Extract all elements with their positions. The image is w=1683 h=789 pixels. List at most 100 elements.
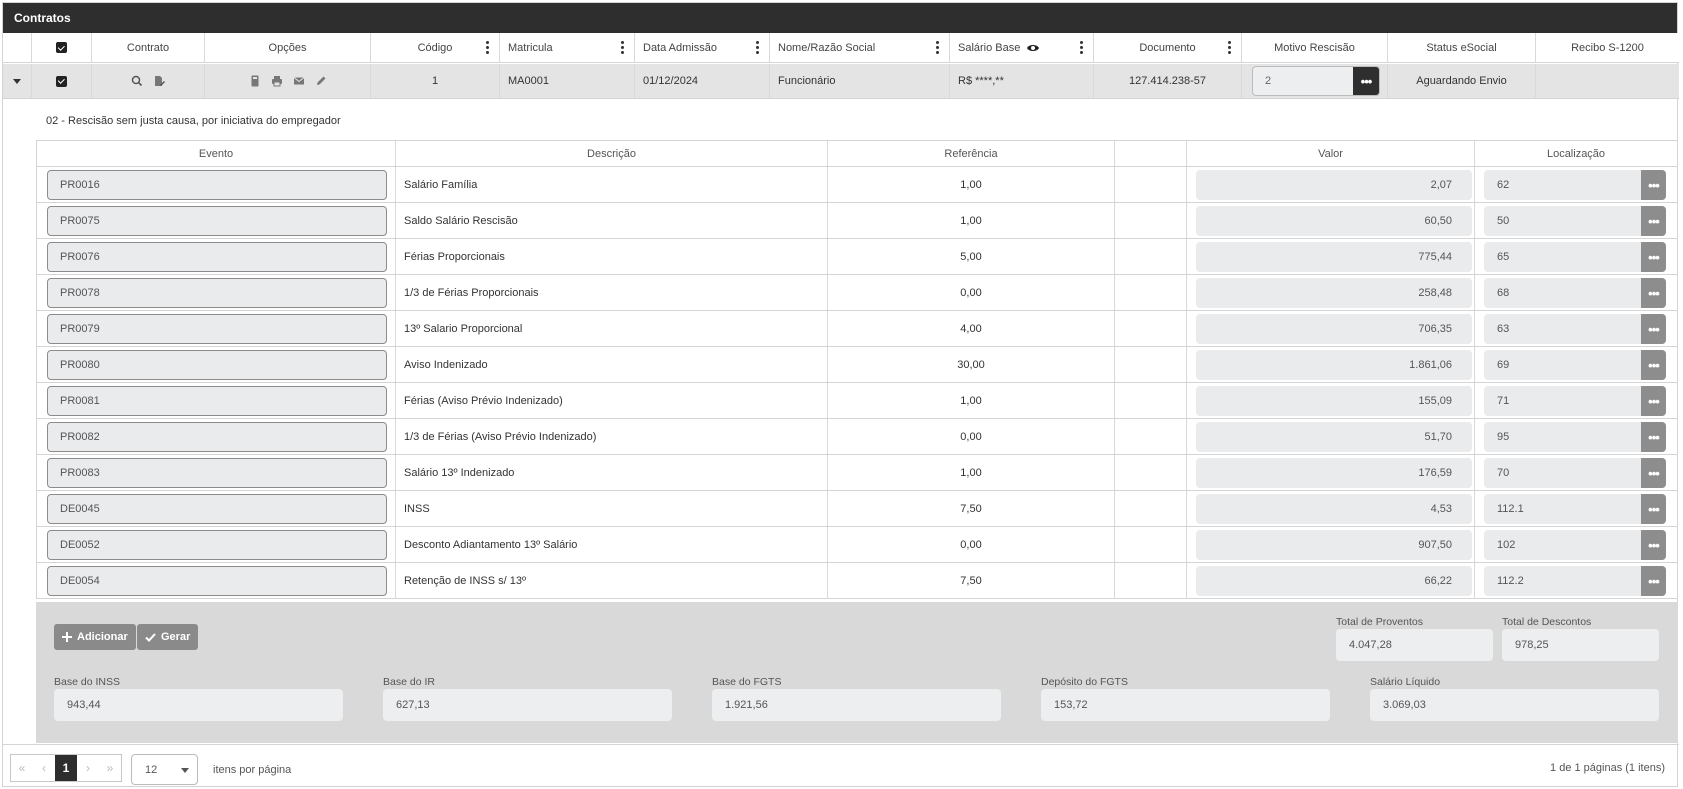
adicionar-button[interactable]: Adicionar (54, 624, 136, 650)
col-recibo[interactable]: Recibo S-1200 (1536, 33, 1679, 62)
gerar-button[interactable]: Gerar (137, 624, 199, 650)
localizacao-value: 62 (1497, 179, 1510, 191)
more-options-icon[interactable]: ••• (1641, 314, 1666, 344)
blank-cell (1115, 419, 1187, 454)
evento-row[interactable]: PR0083 Salário 13º Indenizado 1,00 176,59 70… (36, 455, 1678, 491)
col-data-admissao[interactable]: Data Admissão (635, 33, 770, 62)
mail-icon[interactable] (292, 74, 306, 88)
evento-row[interactable]: PR0076 Férias Proporcionais 5,00 775,44 65 ••… (36, 239, 1678, 275)
motivo-rescisao-input[interactable]: 2 ••• (1252, 66, 1380, 96)
search-icon[interactable] (130, 74, 144, 88)
evento-row[interactable]: DE0052 Desconto Adiantamento 13º Salário 0… (36, 527, 1678, 563)
next-page-button[interactable]: › (77, 755, 99, 781)
evento-row[interactable]: PR0080 Aviso Indenizado 30,00 1.861,06 69 ••• (36, 347, 1678, 383)
eye-icon[interactable] (1026, 43, 1040, 53)
evento-input[interactable]: PR0082 (47, 422, 387, 452)
col-status-esocial[interactable]: Status eSocial (1388, 33, 1536, 62)
evento-input[interactable]: DE0054 (47, 566, 387, 596)
localizacao-field[interactable]: 63 ••• (1484, 314, 1666, 344)
contract-edit-icon[interactable] (152, 74, 166, 88)
localizacao-value: 71 (1497, 395, 1510, 407)
valor-cell: 1.861,06 (1187, 347, 1475, 382)
last-page-button[interactable]: » (99, 755, 121, 781)
kebab-icon[interactable] (1228, 41, 1231, 54)
more-options-icon[interactable]: ••• (1641, 494, 1666, 524)
evento-input[interactable]: PR0016 (47, 170, 387, 200)
more-options-icon[interactable]: ••• (1641, 530, 1666, 560)
kebab-icon[interactable] (486, 41, 489, 54)
evento-cell: PR0079 (37, 311, 396, 346)
localizacao-field[interactable]: 112.2 ••• (1484, 566, 1666, 596)
localizacao-field[interactable]: 95 ••• (1484, 422, 1666, 452)
calculator-icon[interactable] (248, 74, 262, 88)
evento-row[interactable]: PR0079 13º Salario Proporcional 4,00 706,35… (36, 311, 1678, 347)
col-salario-base[interactable]: Salário Base (950, 33, 1094, 62)
more-options-icon[interactable]: ••• (1641, 278, 1666, 308)
total-descontos-label: Total de Descontos (1502, 616, 1592, 628)
localizacao-field[interactable]: 71 ••• (1484, 386, 1666, 416)
col-documento[interactable]: Documento (1094, 33, 1242, 62)
kebab-icon[interactable] (936, 41, 939, 54)
page-size-select[interactable]: 12 (131, 754, 198, 785)
col-matricula[interactable]: Matricula (500, 33, 635, 62)
localizacao-field[interactable]: 68 ••• (1484, 278, 1666, 308)
more-options-icon[interactable]: ••• (1641, 242, 1666, 272)
evento-input[interactable]: PR0079 (47, 314, 387, 344)
more-options-icon[interactable]: ••• (1641, 386, 1666, 416)
prev-page-button[interactable]: ‹ (33, 755, 55, 781)
table-row[interactable]: 1 MA0001 01/12/2024 Funcionário R$ ****,… (3, 64, 1679, 99)
evento-row[interactable]: PR0075 Saldo Salário Rescisão 1,00 60,50 50 •… (36, 203, 1678, 239)
collapse-toggle[interactable] (3, 64, 32, 98)
referencia-cell: 1,00 (828, 383, 1115, 418)
evento-input[interactable]: PR0083 (47, 458, 387, 488)
caret-down-icon[interactable] (13, 78, 21, 84)
page-1-button[interactable]: 1 (55, 755, 77, 781)
more-options-icon[interactable]: ••• (1641, 422, 1666, 452)
evento-row[interactable]: PR0078 1/3 de Férias Proporcionais 0,00 258… (36, 275, 1678, 311)
localizacao-field[interactable]: 102 ••• (1484, 530, 1666, 560)
col-nome[interactable]: Nome/Razão Social (770, 33, 950, 62)
localizacao-field[interactable]: 65 ••• (1484, 242, 1666, 272)
pencil-icon[interactable] (314, 74, 328, 88)
evento-row[interactable]: DE0054 Retenção de INSS s/ 13º 7,50 66,22 11… (36, 563, 1678, 599)
page-nav: « ‹ 1 › » (10, 754, 122, 782)
evento-row[interactable]: PR0016 Salário Família 1,00 2,07 62 ••• (36, 167, 1678, 203)
localizacao-field[interactable]: 62 ••• (1484, 170, 1666, 200)
evento-row[interactable]: PR0081 Férias (Aviso Prévio Indenizado) 1,… (36, 383, 1678, 419)
first-page-button[interactable]: « (11, 755, 33, 781)
total-proventos-field: 4.047,28 (1336, 629, 1493, 661)
more-options-icon[interactable]: ••• (1641, 350, 1666, 380)
kebab-icon[interactable] (756, 41, 759, 54)
col-contrato[interactable]: Contrato (92, 33, 205, 62)
evento-input[interactable]: DE0045 (47, 494, 387, 524)
evento-input[interactable]: DE0052 (47, 530, 387, 560)
localizacao-field[interactable]: 70 ••• (1484, 458, 1666, 488)
select-all-checkbox[interactable] (32, 33, 92, 62)
kebab-icon[interactable] (1080, 41, 1083, 54)
more-options-icon[interactable]: ••• (1353, 67, 1379, 95)
motivo-rescisao-value: 2 (1265, 75, 1272, 87)
referencia-cell: 0,00 (828, 419, 1115, 454)
evento-input[interactable]: PR0080 (47, 350, 387, 380)
more-options-icon[interactable]: ••• (1641, 170, 1666, 200)
col-localizacao: Localização (1546, 147, 1606, 160)
row-checkbox[interactable] (32, 64, 92, 98)
expand-col-header (3, 33, 32, 62)
print-icon[interactable] (270, 74, 284, 88)
localizacao-field[interactable]: 50 ••• (1484, 206, 1666, 236)
more-options-icon[interactable]: ••• (1641, 206, 1666, 236)
localizacao-field[interactable]: 69 ••• (1484, 350, 1666, 380)
evento-row[interactable]: PR0082 1/3 de Férias (Aviso Prévio Indeni… (36, 419, 1678, 455)
localizacao-value: 95 (1497, 431, 1510, 443)
kebab-icon[interactable] (621, 41, 624, 54)
evento-input[interactable]: PR0078 (47, 278, 387, 308)
col-motivo-rescisao[interactable]: Motivo Rescisão (1242, 33, 1388, 62)
col-codigo[interactable]: Código (371, 33, 500, 62)
evento-row[interactable]: DE0045 INSS 7,50 4,53 112.1 ••• (36, 491, 1678, 527)
more-options-icon[interactable]: ••• (1641, 566, 1666, 596)
more-options-icon[interactable]: ••• (1641, 458, 1666, 488)
evento-input[interactable]: PR0081 (47, 386, 387, 416)
evento-input[interactable]: PR0075 (47, 206, 387, 236)
localizacao-field[interactable]: 112.1 ••• (1484, 494, 1666, 524)
evento-input[interactable]: PR0076 (47, 242, 387, 272)
